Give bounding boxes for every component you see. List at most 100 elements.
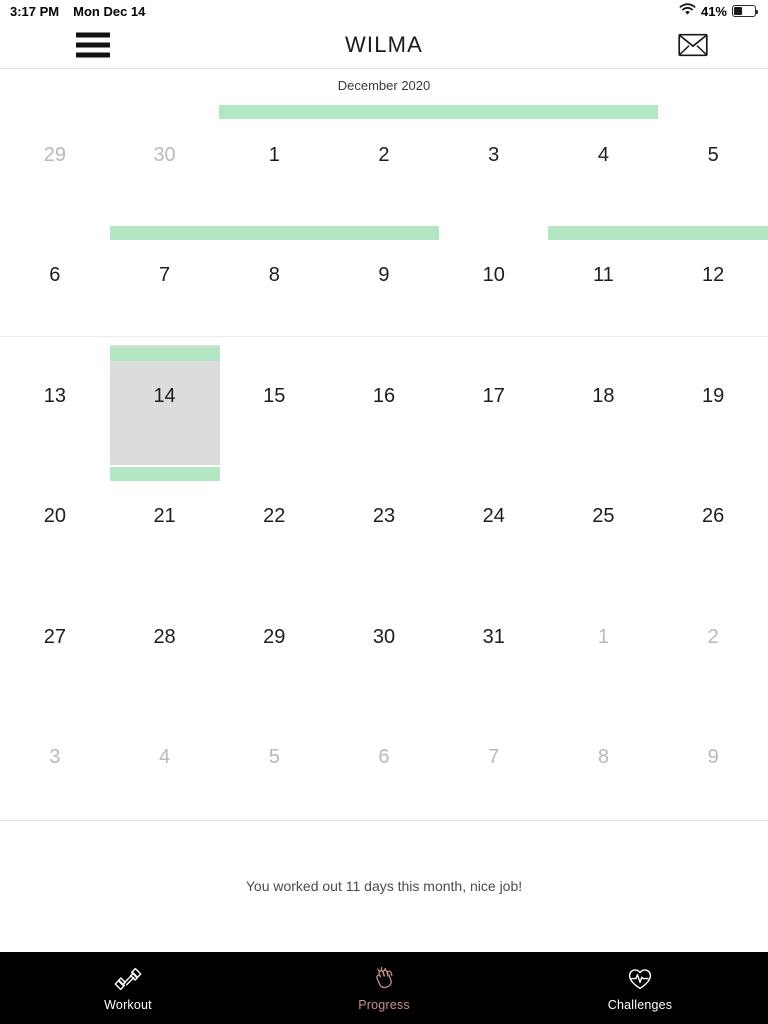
calendar-day-number: 16 xyxy=(372,385,396,408)
calendar-day-30[interactable]: 30 xyxy=(329,577,439,698)
calendar-day-number: 2 xyxy=(707,625,719,648)
calendar-day-30[interactable]: 30 xyxy=(110,95,220,216)
calendar-day-number: 9 xyxy=(707,746,719,769)
status-bar-left: 3:17 PM Mon Dec 14 xyxy=(10,4,145,19)
calendar-day-8[interactable]: 8 xyxy=(549,698,659,819)
calendar-day-number: 17 xyxy=(482,385,505,408)
status-time: 3:17 PM xyxy=(10,3,60,19)
calendar-day-17[interactable]: 17 xyxy=(439,337,549,457)
calendar-day-3[interactable]: 3 xyxy=(438,95,549,216)
battery-fill xyxy=(734,7,743,15)
calendar-day-2[interactable]: 2 xyxy=(658,577,768,698)
dumbbell-icon xyxy=(113,964,143,994)
calendar-day-19[interactable]: 19 xyxy=(658,337,768,457)
calendar-week-row: 29 30 1 2 3 4 5 xyxy=(0,95,768,216)
calendar-day-number: 8 xyxy=(597,746,609,769)
calendar-day-number: 25 xyxy=(592,505,615,528)
calendar-day-6[interactable]: 6 xyxy=(329,698,439,819)
calendar-day-15[interactable]: 15 xyxy=(219,337,329,457)
calendar-day-number: 24 xyxy=(482,505,505,528)
calendar-day-number: 22 xyxy=(263,505,286,528)
workout-marker-bar xyxy=(438,105,549,119)
calendar-day-1[interactable]: 1 xyxy=(219,95,330,216)
calendar-day-number: 21 xyxy=(153,505,176,528)
workout-marker-bar xyxy=(109,225,220,240)
tab-workout[interactable]: Workout xyxy=(0,952,256,1024)
calendar-day-9[interactable]: 9 xyxy=(328,216,439,337)
calendar-month-label: December 2020 xyxy=(337,78,431,93)
calendar-day-number: 29 xyxy=(43,143,66,166)
calendar-day-number: 29 xyxy=(263,625,286,648)
calendar-day-number: 12 xyxy=(702,264,725,287)
tab-label-challenges: Challenges xyxy=(607,998,673,1012)
calendar-day-29[interactable]: 29 xyxy=(0,95,110,216)
tab-label-progress: Progress xyxy=(358,998,410,1012)
calendar-day-5[interactable]: 5 xyxy=(219,698,329,819)
calendar-week-row: 20 21 22 23 24 25 26 xyxy=(0,457,768,578)
calendar-day-13[interactable]: 13 xyxy=(0,337,110,457)
calendar-day-21[interactable]: 21 xyxy=(109,457,220,578)
calendar-day-27[interactable]: 27 xyxy=(0,577,110,698)
tab-progress[interactable]: Progress xyxy=(256,952,512,1024)
calendar-week-row: 3 4 5 6 7 8 9 xyxy=(0,698,768,819)
calendar-day-1[interactable]: 1 xyxy=(549,577,659,698)
calendar-day-number: 1 xyxy=(268,143,280,166)
calendar-day-10[interactable]: 10 xyxy=(439,216,549,337)
calendar-day-3[interactable]: 3 xyxy=(0,698,110,819)
calendar-day-number: 8 xyxy=(268,264,280,287)
calendar-day-12[interactable]: 12 xyxy=(658,216,768,337)
calendar-day-4[interactable]: 4 xyxy=(548,95,659,216)
calendar-day-14[interactable]: 14 xyxy=(109,337,220,465)
calendar-day-16[interactable]: 16 xyxy=(329,337,439,457)
calendar-day-7[interactable]: 7 xyxy=(109,216,220,337)
app-header: WILMA xyxy=(0,22,768,69)
calendar-day-number: 2 xyxy=(378,143,390,166)
calendar-day-number: 27 xyxy=(43,625,66,648)
calendar-week-row: 6 7 8 9 10 11 12 xyxy=(0,216,768,337)
calendar-day-number: 7 xyxy=(159,264,171,287)
calendar-day-number: 18 xyxy=(592,385,615,408)
calendar-day-number: 26 xyxy=(702,505,725,528)
clapping-hands-icon xyxy=(369,964,399,994)
calendar-day-28[interactable]: 28 xyxy=(110,577,220,698)
envelope-icon[interactable] xyxy=(678,33,708,57)
calendar-day-number: 4 xyxy=(597,143,609,166)
calendar-day-2[interactable]: 2 xyxy=(328,95,439,216)
calendar-day-number: 20 xyxy=(43,505,66,528)
calendar-day-8[interactable]: 8 xyxy=(219,216,330,337)
calendar-weeks: 29 30 1 2 3 4 5 6 7 8 9 10 11 12 13 14 15 16 17 18 19 20 21 22 2… xyxy=(0,95,768,818)
calendar-day-18[interactable]: 18 xyxy=(549,337,659,457)
calendar-day-number: 6 xyxy=(49,264,61,287)
workout-marker-bar xyxy=(328,105,439,119)
calendar-day-26[interactable]: 26 xyxy=(658,457,768,578)
calendar-day-6[interactable]: 6 xyxy=(0,216,110,337)
calendar-day-number: 10 xyxy=(482,264,505,287)
workout-marker-bar xyxy=(109,466,220,481)
calendar-day-number: 6 xyxy=(378,746,390,769)
wifi-icon xyxy=(679,3,696,19)
calendar-day-number: 5 xyxy=(707,143,719,166)
tab-challenges[interactable]: Challenges xyxy=(512,952,768,1024)
calendar-day-7[interactable]: 7 xyxy=(439,698,549,819)
app-logo: WILMA xyxy=(344,32,424,57)
calendar-day-number: 30 xyxy=(153,143,176,166)
workout-marker-bar xyxy=(548,225,659,240)
calendar-day-11[interactable]: 11 xyxy=(548,216,659,337)
calendar-day-number: 5 xyxy=(268,746,280,769)
calendar-day-number: 14 xyxy=(153,385,176,408)
calendar-day-5[interactable]: 5 xyxy=(658,95,768,216)
calendar-day-31[interactable]: 31 xyxy=(439,577,549,698)
workout-marker-bar xyxy=(219,225,330,240)
battery-percent: 41% xyxy=(700,3,727,19)
calendar-day-22[interactable]: 22 xyxy=(219,457,329,578)
status-date: Mon Dec 14 xyxy=(73,3,146,19)
calendar-day-29[interactable]: 29 xyxy=(219,577,329,698)
calendar-day-9[interactable]: 9 xyxy=(658,698,768,819)
calendar-day-23[interactable]: 23 xyxy=(329,457,439,578)
calendar-day-25[interactable]: 25 xyxy=(549,457,659,578)
summary-divider xyxy=(0,820,768,821)
calendar-day-20[interactable]: 20 xyxy=(0,457,110,578)
calendar-day-4[interactable]: 4 xyxy=(110,698,220,819)
calendar-day-24[interactable]: 24 xyxy=(439,457,549,578)
calendar-day-number: 1 xyxy=(597,625,609,648)
